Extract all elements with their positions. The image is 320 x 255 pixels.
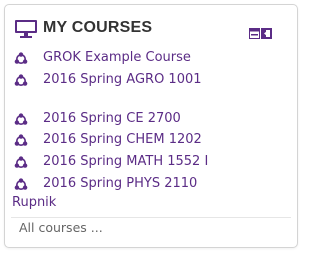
course-icon [14,112,28,126]
course-link[interactable]: 2016 Spring CE 2700 [43,111,181,126]
course-link[interactable]: 2016 Spring MATH 1552 I [43,154,208,169]
course-icon [14,177,28,191]
block-header: MY COURSES [5,5,297,43]
all-courses-link[interactable]: All courses ... [19,220,103,235]
monitor-icon [14,19,38,39]
course-item-agro[interactable]: 2016 Spring AGRO 1001 [13,71,297,91]
course-link[interactable]: 2016 Spring PHYS 2110 [43,176,197,191]
course-item-grok[interactable]: GROK Example Course [13,49,297,69]
hide-icon[interactable] [261,24,272,39]
course-item-phys[interactable]: 2016 Spring PHYS 2110 [13,175,297,195]
course-item-chem[interactable]: 2016 Spring CHEM 1202 [13,131,297,151]
overflow-text: Rupnik [12,195,57,210]
course-icon [14,155,28,169]
course-icon [14,133,28,147]
course-link[interactable]: 2016 Spring AGRO 1001 [43,72,202,87]
course-icon [14,73,28,87]
dock-icon[interactable] [249,24,260,39]
course-link[interactable]: 2016 Spring CHEM 1202 [43,132,202,147]
footer-divider [11,217,291,218]
my-courses-block: MY COURSES GROK Example Course 2016 Spri… [4,4,298,248]
course-item-ce[interactable]: 2016 Spring CE 2700 [13,110,297,130]
block-title: MY COURSES [43,19,153,36]
course-icon [14,51,28,65]
course-link[interactable]: GROK Example Course [43,50,191,65]
course-item-math[interactable]: 2016 Spring MATH 1552 I [13,153,297,173]
